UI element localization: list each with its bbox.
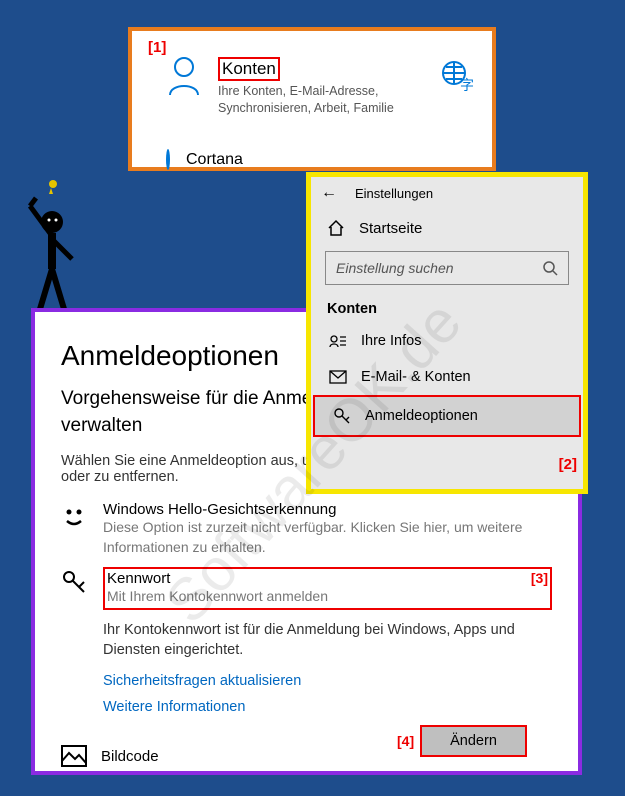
option-title: Kennwort bbox=[107, 570, 548, 587]
option-subtitle: Mit Ihrem Kontokennwort anmelden bbox=[107, 587, 548, 607]
person-card-icon bbox=[329, 333, 347, 349]
svg-text:字: 字 bbox=[460, 77, 474, 93]
window-title: Einstellungen bbox=[355, 186, 433, 201]
search-input[interactable]: Einstellung suchen bbox=[325, 251, 569, 285]
search-placeholder: Einstellung suchen bbox=[336, 260, 454, 276]
back-icon[interactable]: ← bbox=[321, 184, 337, 202]
link-more-info[interactable]: Weitere Informationen bbox=[103, 699, 552, 715]
callout-4: [4] bbox=[397, 733, 414, 749]
settings-tile-accounts: [1] Konten Ihre Konten, E-Mail-Adresse, … bbox=[128, 27, 496, 171]
settings-sidebar-window: ← Einstellungen Startseite Einstellung s… bbox=[306, 172, 588, 494]
callout-3: [3] bbox=[531, 570, 548, 586]
callout-1: [1] bbox=[148, 39, 166, 56]
option-title: Windows Hello-Gesichtserkennung bbox=[103, 501, 552, 518]
cortana-tile-row[interactable]: Cortana bbox=[166, 151, 243, 169]
key-icon bbox=[61, 569, 89, 610]
link-security-questions[interactable]: Sicherheitsfragen aktualisieren bbox=[103, 673, 552, 689]
decorative-figure bbox=[18, 174, 80, 314]
sidebar-home[interactable]: Startseite bbox=[311, 209, 583, 247]
search-icon bbox=[542, 260, 558, 276]
accounts-tile-row[interactable]: Konten Ihre Konten, E-Mail-Adresse, Sync… bbox=[166, 55, 408, 117]
picture-icon bbox=[61, 745, 87, 767]
sidebar-item-email-accounts[interactable]: E-Mail- & Konten bbox=[311, 359, 583, 395]
face-icon bbox=[61, 503, 89, 557]
person-icon bbox=[166, 55, 202, 117]
option-subtitle: Diese Option ist zurzeit nicht verfügbar… bbox=[103, 518, 552, 557]
sidebar-item-signin-options[interactable]: Anmeldeoptionen bbox=[313, 395, 581, 437]
sidebar-section-konten: Konten bbox=[311, 295, 583, 323]
change-button[interactable]: Ändern bbox=[420, 725, 527, 757]
cortana-icon bbox=[166, 151, 170, 169]
option-password[interactable]: [3] Kennwort Mit Ihrem Kontokennwort anm… bbox=[61, 567, 552, 610]
password-info-text: Ihr Kontokennwort ist für die Anmeldung … bbox=[103, 620, 523, 661]
language-icon[interactable]: 字 bbox=[440, 59, 476, 95]
accounts-tile-title: Konten bbox=[218, 57, 280, 81]
cortana-label: Cortana bbox=[186, 151, 243, 169]
sidebar-item-your-info[interactable]: Ihre Infos bbox=[311, 323, 583, 359]
option-hello-face[interactable]: Windows Hello-Gesichtserkennung Diese Op… bbox=[61, 501, 552, 557]
sidebar-item-label: Anmeldeoptionen bbox=[365, 408, 478, 424]
option-picture-password[interactable]: Bildcode bbox=[61, 745, 159, 767]
home-icon bbox=[327, 219, 345, 237]
window-header: ← Einstellungen bbox=[311, 177, 583, 209]
sidebar-item-label: Ihre Infos bbox=[361, 333, 421, 349]
accounts-tile-desc: Ihre Konten, E-Mail-Adresse, Synchronisi… bbox=[218, 83, 408, 117]
key-icon bbox=[333, 407, 351, 425]
sidebar-item-label: E-Mail- & Konten bbox=[361, 369, 471, 385]
mail-icon bbox=[329, 370, 347, 384]
option-title: Bildcode bbox=[101, 748, 159, 765]
sidebar-home-label: Startseite bbox=[359, 220, 422, 237]
callout-2: [2] bbox=[559, 456, 577, 473]
